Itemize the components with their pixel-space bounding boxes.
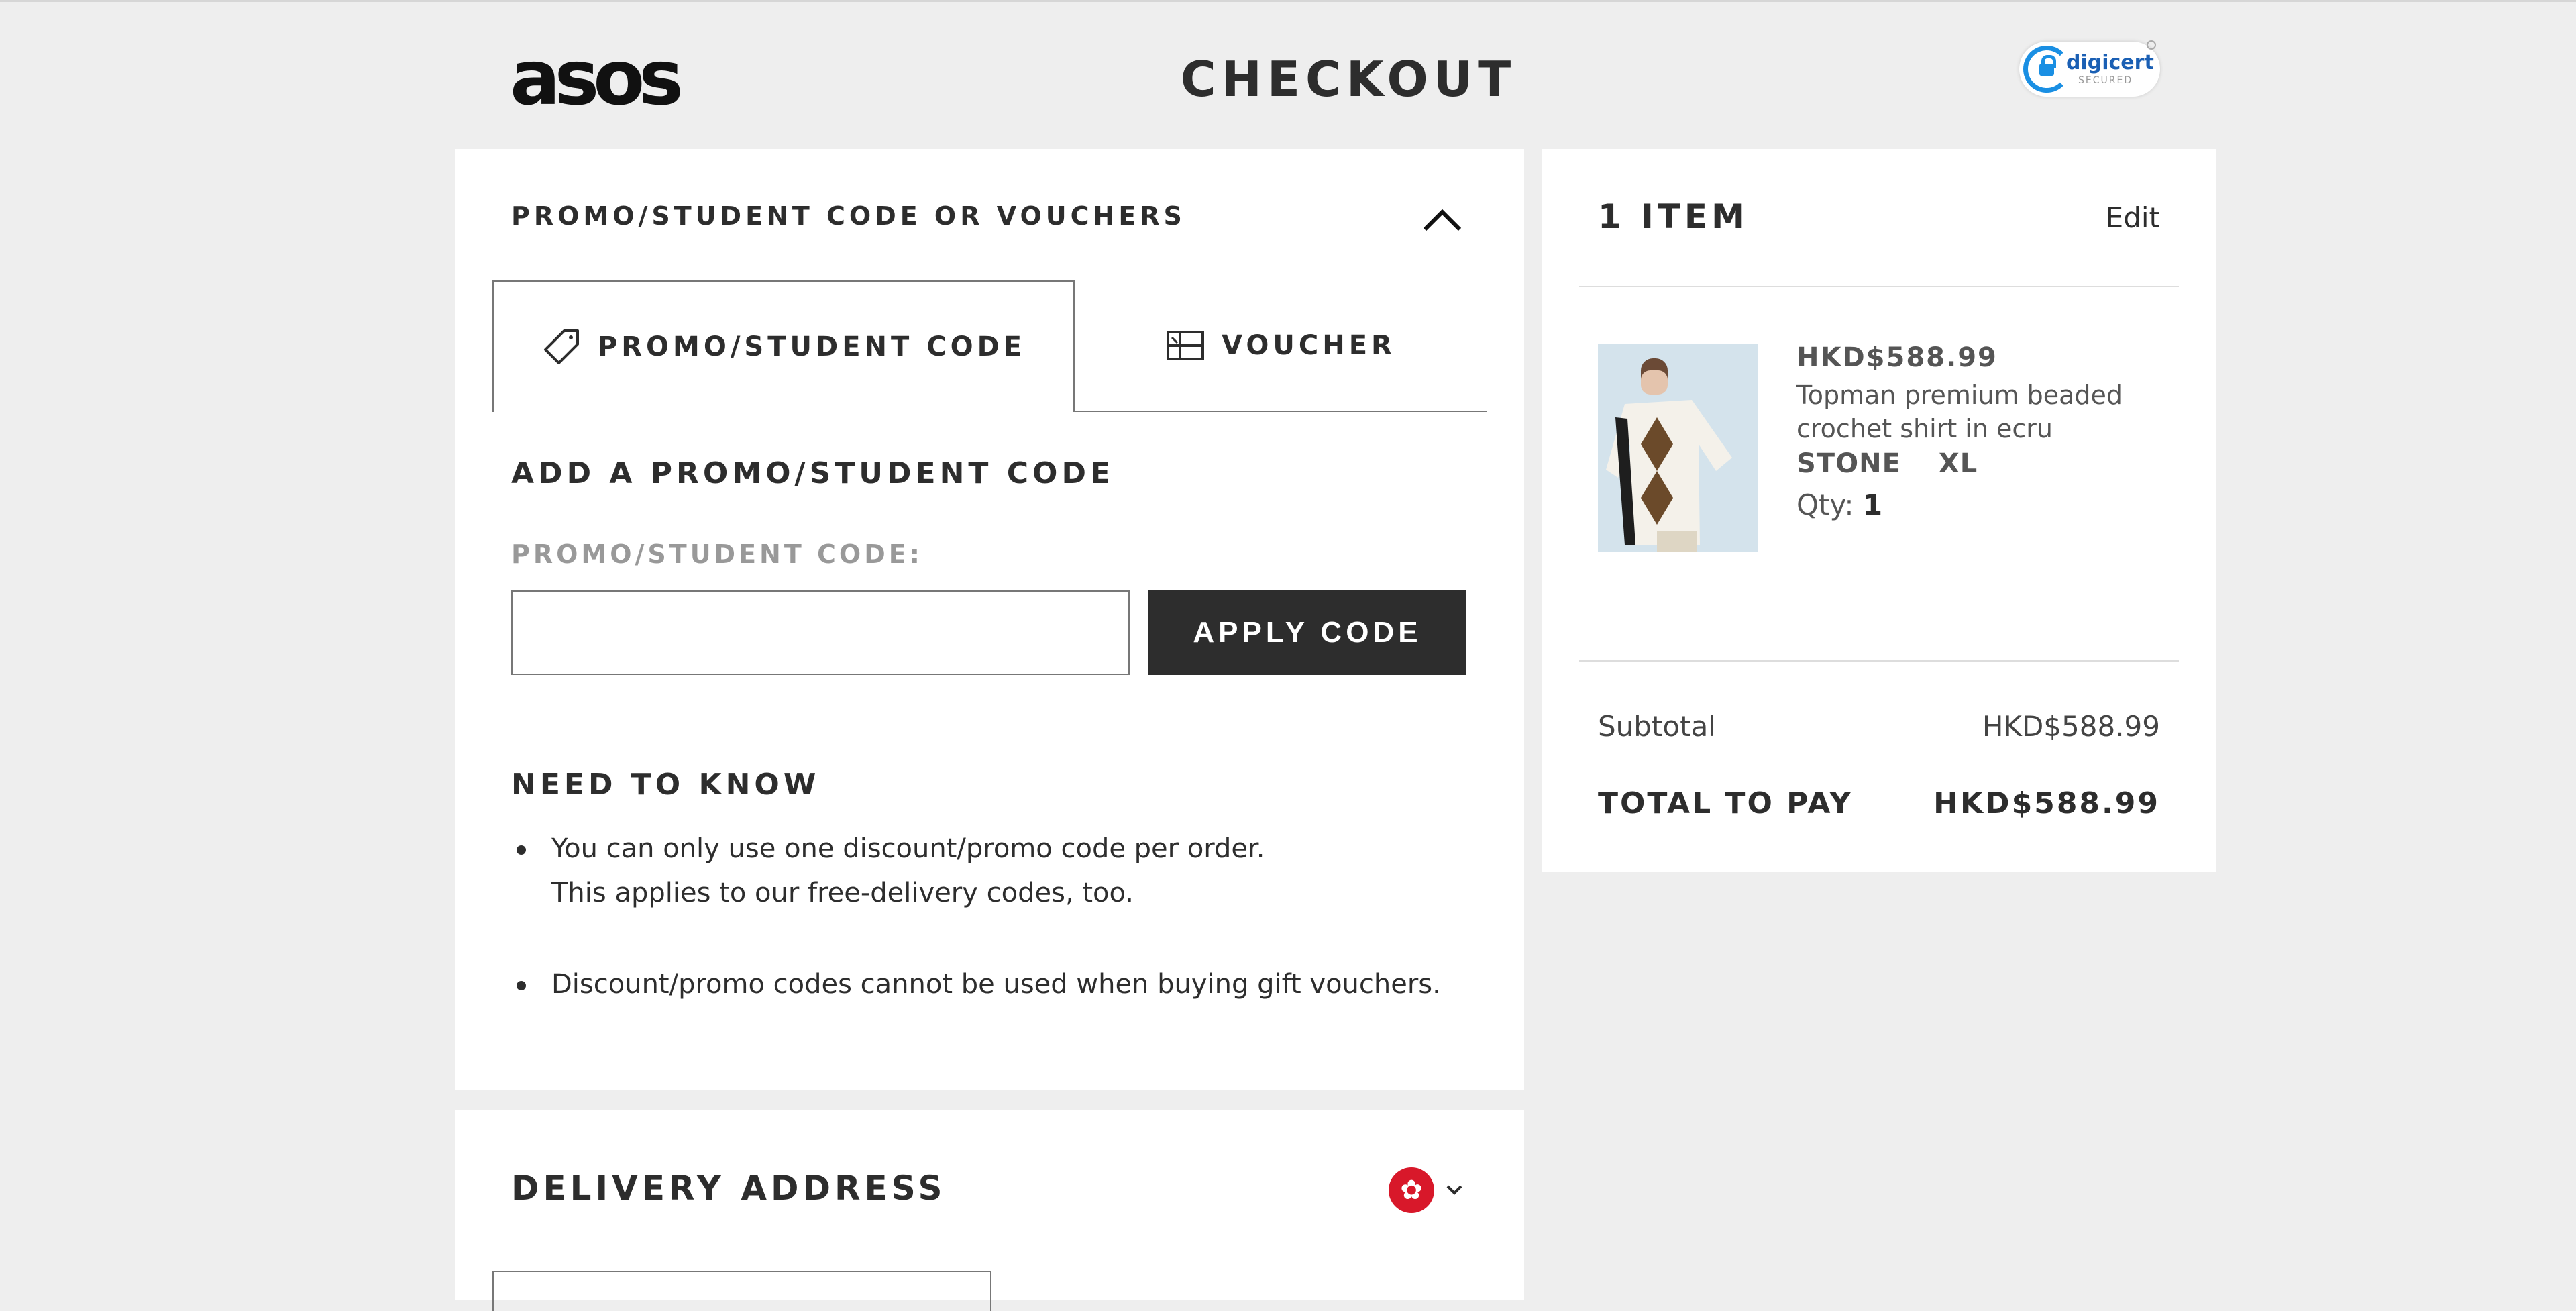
digicert-secured-badge[interactable]: digicert SECURED [2019, 42, 2160, 97]
registered-icon [2147, 40, 2156, 50]
items-count-heading: 1 ITEM [1598, 197, 1749, 236]
tab-promo-label: PROMO/STUDENT CODE [597, 331, 1026, 362]
total-value: HKD$588.99 [1933, 786, 2160, 821]
product-qty: Qty: 1 [1796, 488, 1882, 521]
promo-tabs: PROMO/STUDENT CODE VOUCHER [492, 280, 1487, 412]
address-tab[interactable] [492, 1271, 991, 1311]
product-size: XL [1938, 448, 1978, 479]
qty-label: Qty: [1796, 488, 1854, 521]
product-name[interactable]: Topman premium beaded crochet shirt in e… [1796, 378, 2145, 445]
need-item-1-line-2: This applies to our free-delivery codes,… [551, 878, 1134, 908]
total-label: TOTAL TO PAY [1598, 786, 1854, 821]
lock-icon [2023, 46, 2070, 93]
promo-code-label: PROMO/STUDENT CODE: [511, 539, 923, 569]
promo-section-heading[interactable]: PROMO/STUDENT CODE OR VOUCHERS [511, 201, 1186, 231]
edit-bag-link[interactable]: Edit [2106, 201, 2160, 234]
tab-promo-student-code[interactable]: PROMO/STUDENT CODE [492, 280, 1075, 412]
chevron-up-icon[interactable] [1422, 207, 1462, 233]
promo-code-input[interactable] [511, 590, 1130, 675]
chevron-down-icon[interactable] [1445, 1182, 1464, 1197]
asos-logo[interactable]: asos [510, 41, 684, 116]
digicert-brand: digicert [2066, 51, 2154, 74]
order-summary-panel: 1 ITEM Edit HKD$588.99 Topman premium be… [1542, 149, 2216, 872]
digicert-sub: SECURED [2078, 75, 2133, 86]
delivery-address-heading: DELIVERY ADDRESS [511, 1169, 947, 1208]
tag-icon [543, 329, 579, 364]
top-border [0, 0, 2576, 2]
tab-voucher[interactable]: VOUCHER [1075, 280, 1487, 412]
subtotal-value: HKD$588.99 [1982, 710, 2160, 743]
product-variant: STONE XL [1796, 448, 1978, 479]
need-item-1-line-1: You can only use one discount/promo code… [551, 833, 1265, 864]
need-to-know-list: You can only use one discount/promo code… [511, 827, 1450, 1053]
promo-panel: PROMO/STUDENT CODE OR VOUCHERS PROMO/STU… [455, 149, 1524, 1090]
hong-kong-flag-icon[interactable]: ✿ [1389, 1167, 1434, 1213]
voucher-icon [1167, 331, 1205, 360]
apply-code-button[interactable]: APPLY CODE [1148, 590, 1466, 675]
product-colour: STONE [1796, 448, 1901, 479]
need-item-2-line-1: Discount/promo codes cannot be used when… [551, 969, 1441, 1000]
subtotal-label: Subtotal [1598, 710, 1716, 743]
qty-value: 1 [1862, 488, 1883, 521]
add-code-heading: ADD A PROMO/STUDENT CODE [511, 456, 1115, 490]
tab-voucher-label: VOUCHER [1222, 330, 1396, 361]
total-row: TOTAL TO PAY HKD$588.99 [1598, 786, 2160, 821]
list-item: Discount/promo codes cannot be used when… [511, 962, 1450, 1006]
list-item: You can only use one discount/promo code… [511, 827, 1450, 915]
product-image[interactable] [1598, 344, 1758, 552]
page-title: CHECKOUT [1180, 51, 1517, 107]
product-price: HKD$588.99 [1796, 342, 1998, 373]
need-to-know-heading: NEED TO KNOW [511, 768, 820, 802]
subtotal-row: Subtotal HKD$588.99 [1598, 710, 2160, 743]
divider [1579, 286, 2179, 287]
divider [1579, 660, 2179, 662]
delivery-panel: DELIVERY ADDRESS ✿ [455, 1110, 1524, 1311]
